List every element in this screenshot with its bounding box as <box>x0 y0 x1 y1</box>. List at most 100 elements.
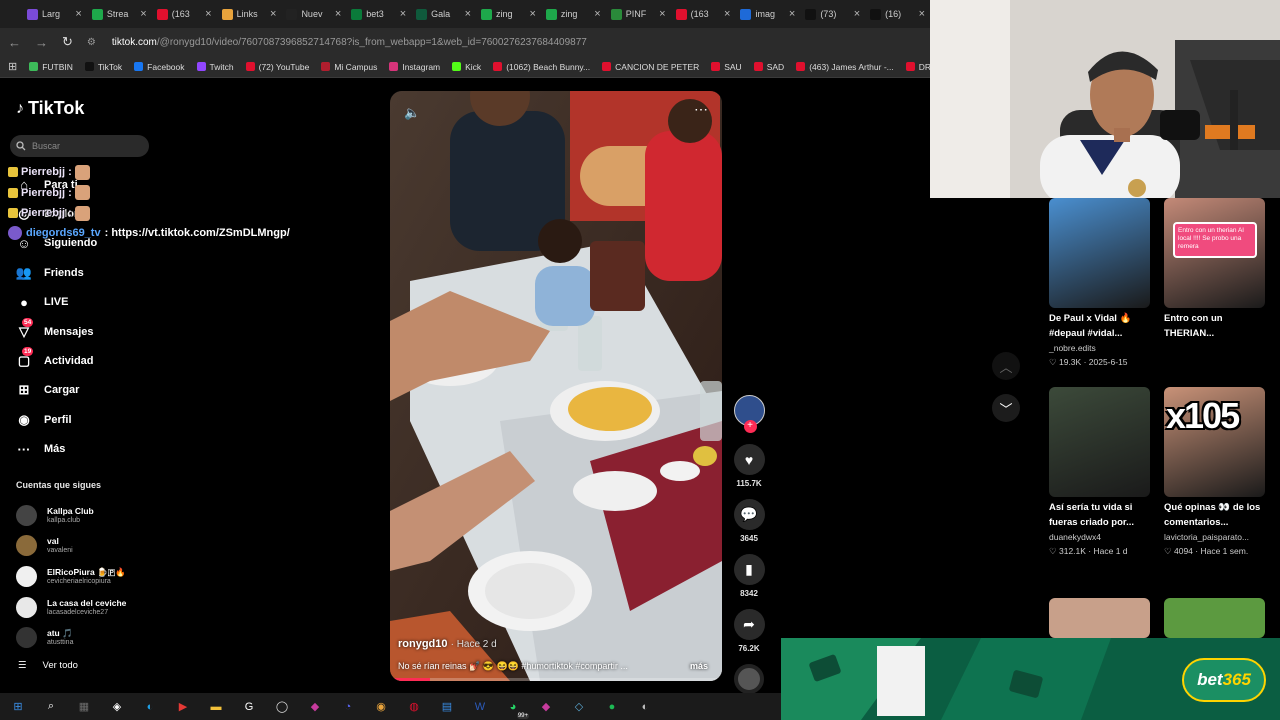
obs-icon[interactable]: ◆ <box>305 697 325 717</box>
chat-app-icon[interactable]: ◯ <box>272 697 292 717</box>
start-icon[interactable]: ⊞ <box>8 697 28 717</box>
calculator-icon[interactable]: ▦ <box>74 697 94 717</box>
bookmark-item[interactable]: TikTok <box>84 62 122 72</box>
bookmark-item[interactable]: SAU <box>711 62 742 72</box>
app-icon[interactable]: ◆ <box>536 697 556 717</box>
word-icon[interactable]: W <box>470 697 490 717</box>
browser-tab[interactable]: Links × <box>217 2 282 26</box>
save-button[interactable]: ▮ <box>733 554 765 585</box>
settings-icon[interactable]: ◐ <box>635 697 655 717</box>
music-disc[interactable] <box>734 664 764 694</box>
browser-tab[interactable]: zing × <box>476 2 541 26</box>
previous-video-button[interactable]: ︿ <box>992 352 1020 380</box>
g-icon[interactable]: G <box>239 697 259 717</box>
folder-icon[interactable]: ▬ <box>206 697 226 717</box>
store-icon[interactable]: ▤ <box>437 697 457 717</box>
bookmark-item[interactable]: Facebook <box>134 62 185 72</box>
share-button[interactable]: ➦ <box>733 609 765 640</box>
tab-close-icon[interactable]: × <box>594 8 600 20</box>
game-icon[interactable]: ◈ <box>107 697 127 717</box>
nav-item-more[interactable]: ··· Más <box>16 435 216 464</box>
tab-close-icon[interactable]: × <box>140 8 146 20</box>
tab-close-icon[interactable]: × <box>270 8 276 20</box>
video-progress-bar[interactable] <box>390 678 722 681</box>
bookmark-item[interactable]: (72) YouTube <box>245 62 309 72</box>
browser-tab[interactable]: Gala × <box>411 2 476 26</box>
nav-item-upload[interactable]: ⊞ Cargar <box>16 376 216 405</box>
mute-icon[interactable]: 🔈 <box>404 105 420 121</box>
nav-item-live[interactable]: ● LIVE <box>16 288 216 317</box>
video-author[interactable]: ronygd10 · Hace 2 d <box>398 638 497 650</box>
comment-button[interactable]: 💬 <box>733 499 765 530</box>
video-thumbnail[interactable] <box>1049 198 1150 308</box>
reload-icon[interactable]: ↻ <box>62 34 73 50</box>
nav-item-messages[interactable]: ▽ 54 Mensajes <box>16 317 216 346</box>
tab-close-icon[interactable]: × <box>919 8 925 20</box>
video-author[interactable]: _nobre.edits <box>1049 341 1150 355</box>
spotify-icon[interactable]: ● <box>602 697 622 717</box>
tab-close-icon[interactable]: × <box>724 8 730 20</box>
browser-tab[interactable]: (16) × <box>865 2 930 26</box>
video-thumbnail[interactable] <box>1164 598 1265 638</box>
bookmark-item[interactable]: Kick <box>452 62 481 72</box>
recommended-video-card[interactable]: Así sería tu vida si fueras criado por..… <box>1049 387 1150 558</box>
chrome-icon[interactable]: ◉ <box>371 697 391 717</box>
apps-icon[interactable]: ⊞ <box>8 60 17 73</box>
caption-more-button[interactable]: más <box>690 661 718 672</box>
browser-tab[interactable]: bet3 × <box>346 2 411 26</box>
site-info-icon[interactable]: ⚙ <box>87 37 96 48</box>
recommended-video-card[interactable]: De Paul x Vidal 🔥 #depaul #vidal... _nobr… <box>1049 198 1150 369</box>
following-account[interactable]: ElRicoPiura 🍺🇵🔥 cevicheriaelricopiura <box>16 561 216 592</box>
tab-close-icon[interactable]: × <box>659 8 665 20</box>
search-input[interactable]: Buscar <box>10 135 149 157</box>
like-button[interactable]: ♥ <box>733 444 765 475</box>
video-author[interactable]: duanekydwx4 <box>1049 530 1150 544</box>
video-author[interactable]: lavictoria_paisparato... <box>1164 530 1265 544</box>
tab-close-icon[interactable]: × <box>789 8 795 20</box>
tab-close-icon[interactable]: × <box>335 8 341 20</box>
nav-item-friends[interactable]: 👥 Friends <box>16 258 216 287</box>
video-title[interactable]: De Paul x Vidal 🔥 #depaul #vidal... <box>1049 311 1150 341</box>
more-options-icon[interactable]: ⋯ <box>694 101 708 118</box>
search-icon[interactable]: ⌕ <box>41 697 61 717</box>
browser-tab[interactable]: imag × <box>735 2 800 26</box>
follow-plus-icon[interactable]: + <box>743 420 757 433</box>
next-video-button[interactable]: ﹀ <box>992 394 1020 422</box>
following-account[interactable]: Kallpa Club kallpa.club <box>16 500 216 531</box>
browser-tab[interactable]: Larg × <box>22 2 87 26</box>
following-account[interactable]: atu 🎵 atusttina <box>16 622 216 653</box>
media-icon[interactable]: ▶ <box>173 697 193 717</box>
forward-icon[interactable]: → <box>35 35 48 50</box>
bookmark-item[interactable]: Twitch <box>196 62 234 72</box>
tab-close-icon[interactable]: × <box>529 8 535 20</box>
following-account[interactable]: La casa del ceviche lacasadelceviche27 <box>16 592 216 623</box>
creator-avatar[interactable]: + <box>733 395 765 433</box>
discord-icon[interactable]: ◔ <box>338 697 358 717</box>
video-player[interactable]: 🔈 ⋯ ronygd10 · Hace 2 d No sé rían reina… <box>390 91 722 681</box>
edge-icon[interactable]: ◐ <box>140 697 160 717</box>
browser-tab[interactable]: (163 × <box>671 2 736 26</box>
bookmark-item[interactable]: SAD <box>753 62 784 72</box>
tab-close-icon[interactable]: × <box>205 8 211 20</box>
bookmark-item[interactable]: DRAGON BAL <box>905 62 930 72</box>
whatsapp-icon[interactable]: ◕ 99+ <box>503 697 529 719</box>
tool-icon[interactable]: ◇ <box>569 697 589 717</box>
url-field[interactable]: tiktok.com/@ronygd10/video/7607087396852… <box>112 37 587 48</box>
bookmark-item[interactable]: CANCION DE PETER <box>602 62 699 72</box>
following-account[interactable]: val vavaleni <box>16 531 216 562</box>
browser-tab[interactable]: Nuev × <box>281 2 346 26</box>
back-icon[interactable]: ← <box>8 35 21 50</box>
tab-close-icon[interactable]: × <box>465 8 471 20</box>
tiktok-logo[interactable]: ♪ TikTok <box>16 98 84 119</box>
browser-tab[interactable]: PINF × <box>606 2 671 26</box>
video-title[interactable]: Así sería tu vida si fueras criado por..… <box>1049 500 1150 530</box>
author-name[interactable]: ronygd10 <box>398 638 448 650</box>
tab-close-icon[interactable]: × <box>75 8 81 20</box>
bookmark-item[interactable]: FUTBIN <box>29 62 73 72</box>
recorder-icon[interactable]: ◍ <box>404 697 424 717</box>
video-thumbnail[interactable] <box>1049 387 1150 497</box>
recommended-video-card[interactable]: Entro con un THERIAN... <box>1164 198 1265 341</box>
bookmark-item[interactable]: Instagram <box>389 62 440 72</box>
video-title[interactable]: Qué opinas 👀 de los comentarios... <box>1164 500 1265 530</box>
tab-close-icon[interactable]: × <box>400 8 406 20</box>
